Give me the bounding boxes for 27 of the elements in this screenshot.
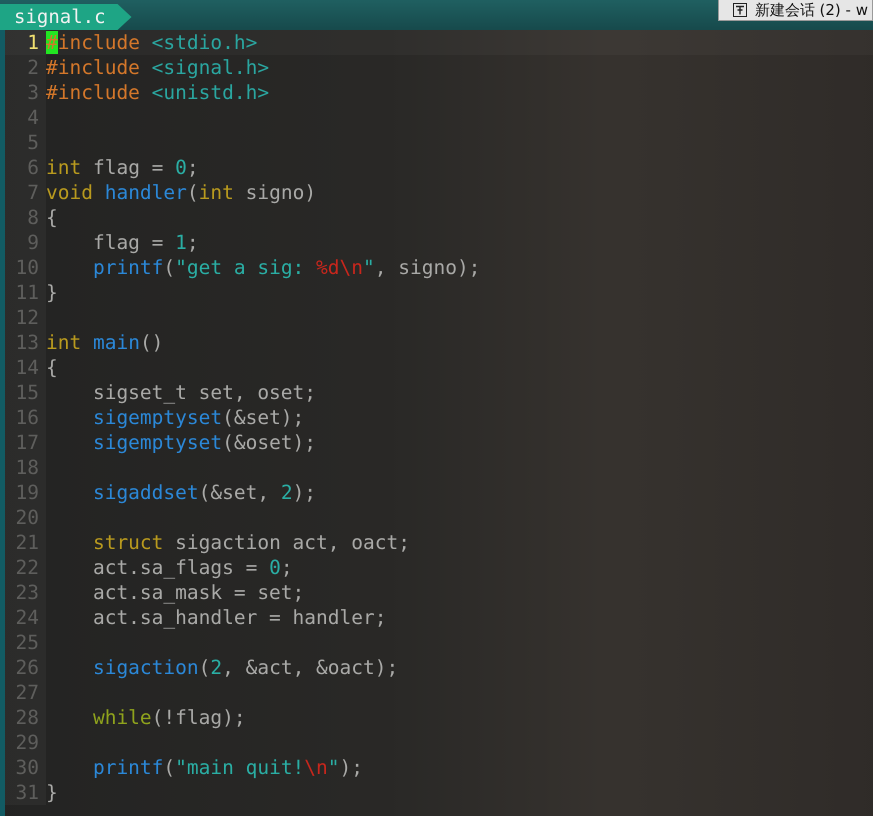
code-line: int main() — [46, 331, 164, 354]
window-title-text: 新建会话 (2) - w — [754, 0, 868, 20]
code-line: act.sa_handler = handler; — [92, 606, 386, 629]
code-line: sigaction(2, &act, &oact); — [92, 656, 398, 679]
code-line: void handler(int signo) — [46, 181, 316, 204]
code-line: act.sa_mask = set; — [92, 581, 304, 604]
code-line: #include <stdio.h> — [46, 31, 258, 54]
code-line: #include <signal.h> — [46, 56, 270, 79]
code-line: #include <unistd.h> — [46, 81, 270, 104]
line-number: 1 — [5, 30, 46, 55]
code-line: } — [46, 281, 58, 304]
code-line: sigemptyset(&oset); — [92, 431, 316, 454]
code-line: printf("get a sig: %d\n", signo); — [92, 256, 480, 279]
code-line: while(!flag); — [92, 706, 246, 729]
code-line: sigemptyset(&set); — [92, 406, 304, 429]
code-line: sigset_t set, oset; — [92, 381, 316, 404]
code-line: { — [46, 206, 58, 229]
code-line: act.sa_flags = 0; — [92, 556, 293, 579]
pin-icon — [732, 3, 747, 17]
code-line: sigaddset(&set, 2); — [92, 481, 316, 504]
code-line: int flag = 0; — [46, 156, 199, 179]
code-line: } — [46, 781, 58, 804]
code-line: printf("main quit!\n"); — [92, 756, 364, 779]
file-tab[interactable]: signal.c — [0, 4, 132, 30]
code-line: flag = 1; — [92, 231, 199, 254]
code-line: struct sigaction act, oact; — [92, 531, 410, 554]
code-line: { — [46, 356, 58, 379]
